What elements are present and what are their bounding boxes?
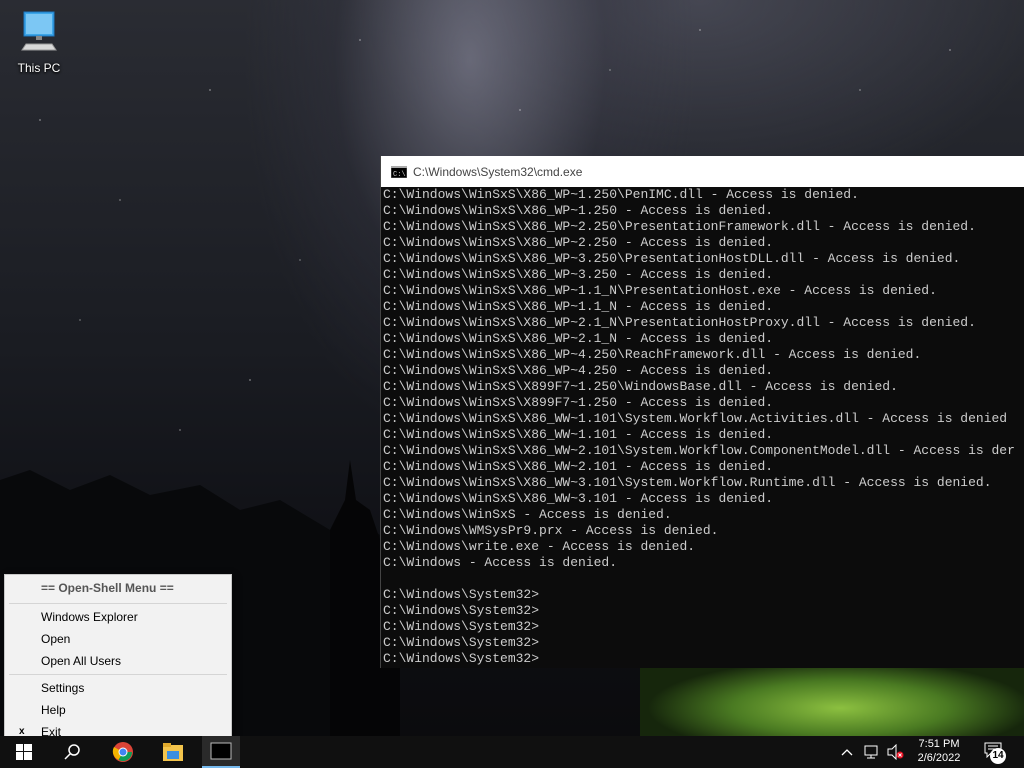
menu-item-open[interactable]: Open	[5, 628, 231, 650]
console-line: C:\Windows\WinSxS\X86_WP~2.1_N - Access …	[383, 331, 774, 346]
file-explorer-taskbar-button[interactable]	[156, 736, 190, 768]
menu-item-windows-explorer[interactable]: Windows Explorer	[5, 606, 231, 628]
console-line: C:\Windows\WinSxS\X86_WW~2.101 - Access …	[383, 459, 774, 474]
start-button[interactable]	[8, 736, 40, 768]
chevron-up-icon	[841, 749, 853, 756]
cmd-icon: C:\	[391, 165, 407, 178]
console-line: C:\Windows\WinSxS\X86_WP~4.250 - Access …	[383, 363, 774, 378]
console-line: C:\Windows\System32>	[383, 603, 540, 618]
console-line: C:\Windows\WinSxS\X86_WP~1.1_N - Access …	[383, 299, 774, 314]
svg-text:C:\: C:\	[393, 171, 406, 178]
wallpaper-tent-glow	[640, 668, 1024, 738]
chrome-icon	[112, 742, 133, 762]
console-line: C:\Windows\WinSxS\X86_WP~1.250\PenIMC.dl…	[383, 187, 859, 202]
cmd-taskbar-icon	[210, 742, 232, 760]
console-line: C:\Windows\System32>	[383, 619, 540, 634]
console-line: C:\Windows\WinSxS\X86_WW~2.101\System.Wo…	[383, 443, 1015, 458]
search-button[interactable]	[56, 736, 88, 768]
console-line: C:\Windows\WinSxS\X86_WW~1.101\System.Wo…	[383, 411, 1008, 426]
console-line: C:\Windows\WinSxS\X86_WW~3.101 - Access …	[383, 491, 774, 506]
taskbar: 7:51 PM 2/6/2022 14	[0, 736, 1024, 768]
menu-separator	[9, 674, 227, 675]
desktop-icon-this-pc[interactable]: This PC	[10, 8, 68, 75]
clock-date: 2/6/2022	[917, 752, 961, 764]
console-line: C:\Windows\WinSxS\X86_WP~3.250 - Access …	[383, 267, 774, 282]
console-line: C:\Windows\WinSxS\X899F7~1.250\WindowsBa…	[383, 379, 898, 394]
clock-time: 7:51 PM	[918, 738, 960, 750]
cmd-window[interactable]: C:\ C:\Windows\System32\cmd.exe C:\Windo…	[380, 156, 1024, 668]
folder-icon	[163, 743, 183, 761]
this-pc-icon	[21, 11, 57, 51]
console-line: C:\Windows\System32>	[383, 651, 540, 666]
network-tray-button[interactable]	[860, 736, 882, 768]
console-line: C:\Windows\WinSxS\X86_WP~2.250\Presentat…	[383, 219, 976, 234]
menu-item-settings[interactable]: Settings	[5, 677, 231, 699]
cmd-taskbar-button[interactable]	[202, 736, 240, 768]
notification-count-badge: 14	[990, 748, 1006, 764]
desktop-icon-label: This PC	[17, 61, 61, 75]
console-line: C:\Windows\WinSxS\X86_WP~1.250 - Access …	[383, 203, 774, 218]
volume-tray-button[interactable]	[884, 736, 906, 768]
console-line: C:\Windows\WinSxS - Access is denied.	[383, 507, 672, 522]
console-line: C:\Windows\System32>	[383, 635, 540, 650]
search-icon	[64, 744, 80, 760]
console-line: C:\Windows\WinSxS\X86_WP~2.250 - Access …	[383, 235, 774, 250]
console-line: C:\Windows\WinSxS\X86_WP~1.1_N\Presentat…	[383, 283, 937, 298]
console-line: C:\Windows\WinSxS\X86_WW~1.101 - Access …	[383, 427, 774, 442]
taskbar-clock[interactable]: 7:51 PM 2/6/2022	[906, 737, 972, 767]
network-icon	[864, 745, 878, 759]
console-line: C:\Windows\WinSxS\X86_WP~3.250\Presentat…	[383, 251, 961, 266]
console-line: C:\Windows\WinSxS\X86_WW~3.101\System.Wo…	[383, 475, 992, 490]
cmd-titlebar[interactable]: C:\ C:\Windows\System32\cmd.exe	[381, 156, 1024, 187]
menu-item-help[interactable]: Help	[5, 699, 231, 721]
action-center-button[interactable]: 14	[980, 740, 1008, 764]
console-line: C:\Windows\write.exe - Access is denied.	[383, 539, 696, 554]
chrome-taskbar-button[interactable]	[106, 736, 140, 768]
menu-item-open-all-users[interactable]: Open All Users	[5, 650, 231, 672]
show-hidden-icons-button[interactable]	[838, 736, 856, 768]
menu-header: == Open-Shell Menu ==	[41, 581, 174, 595]
console-line: C:\Windows\WinSxS\X899F7~1.250 - Access …	[383, 395, 774, 410]
console-line: C:\Windows\WinSxS\X86_WP~4.250\ReachFram…	[383, 347, 922, 362]
windows-logo-icon	[16, 744, 32, 760]
cmd-title: C:\Windows\System32\cmd.exe	[413, 164, 583, 179]
menu-separator	[9, 603, 227, 604]
console-line: C:\Windows\WMSysPr9.prx - Access is deni…	[383, 523, 719, 538]
console-line: C:\Windows\WinSxS\X86_WP~2.1_N\Presentat…	[383, 315, 976, 330]
console-line: C:\Windows - Access is denied.	[383, 555, 618, 570]
console-line: C:\Windows\System32>	[383, 587, 540, 602]
cmd-console-output[interactable]: C:\Windows\WinSxS\X86_WP~1.250\PenIMC.dl…	[381, 187, 1024, 668]
open-shell-context-menu: == Open-Shell Menu == Windows Explorer O…	[4, 574, 232, 748]
volume-muted-icon	[887, 744, 904, 760]
